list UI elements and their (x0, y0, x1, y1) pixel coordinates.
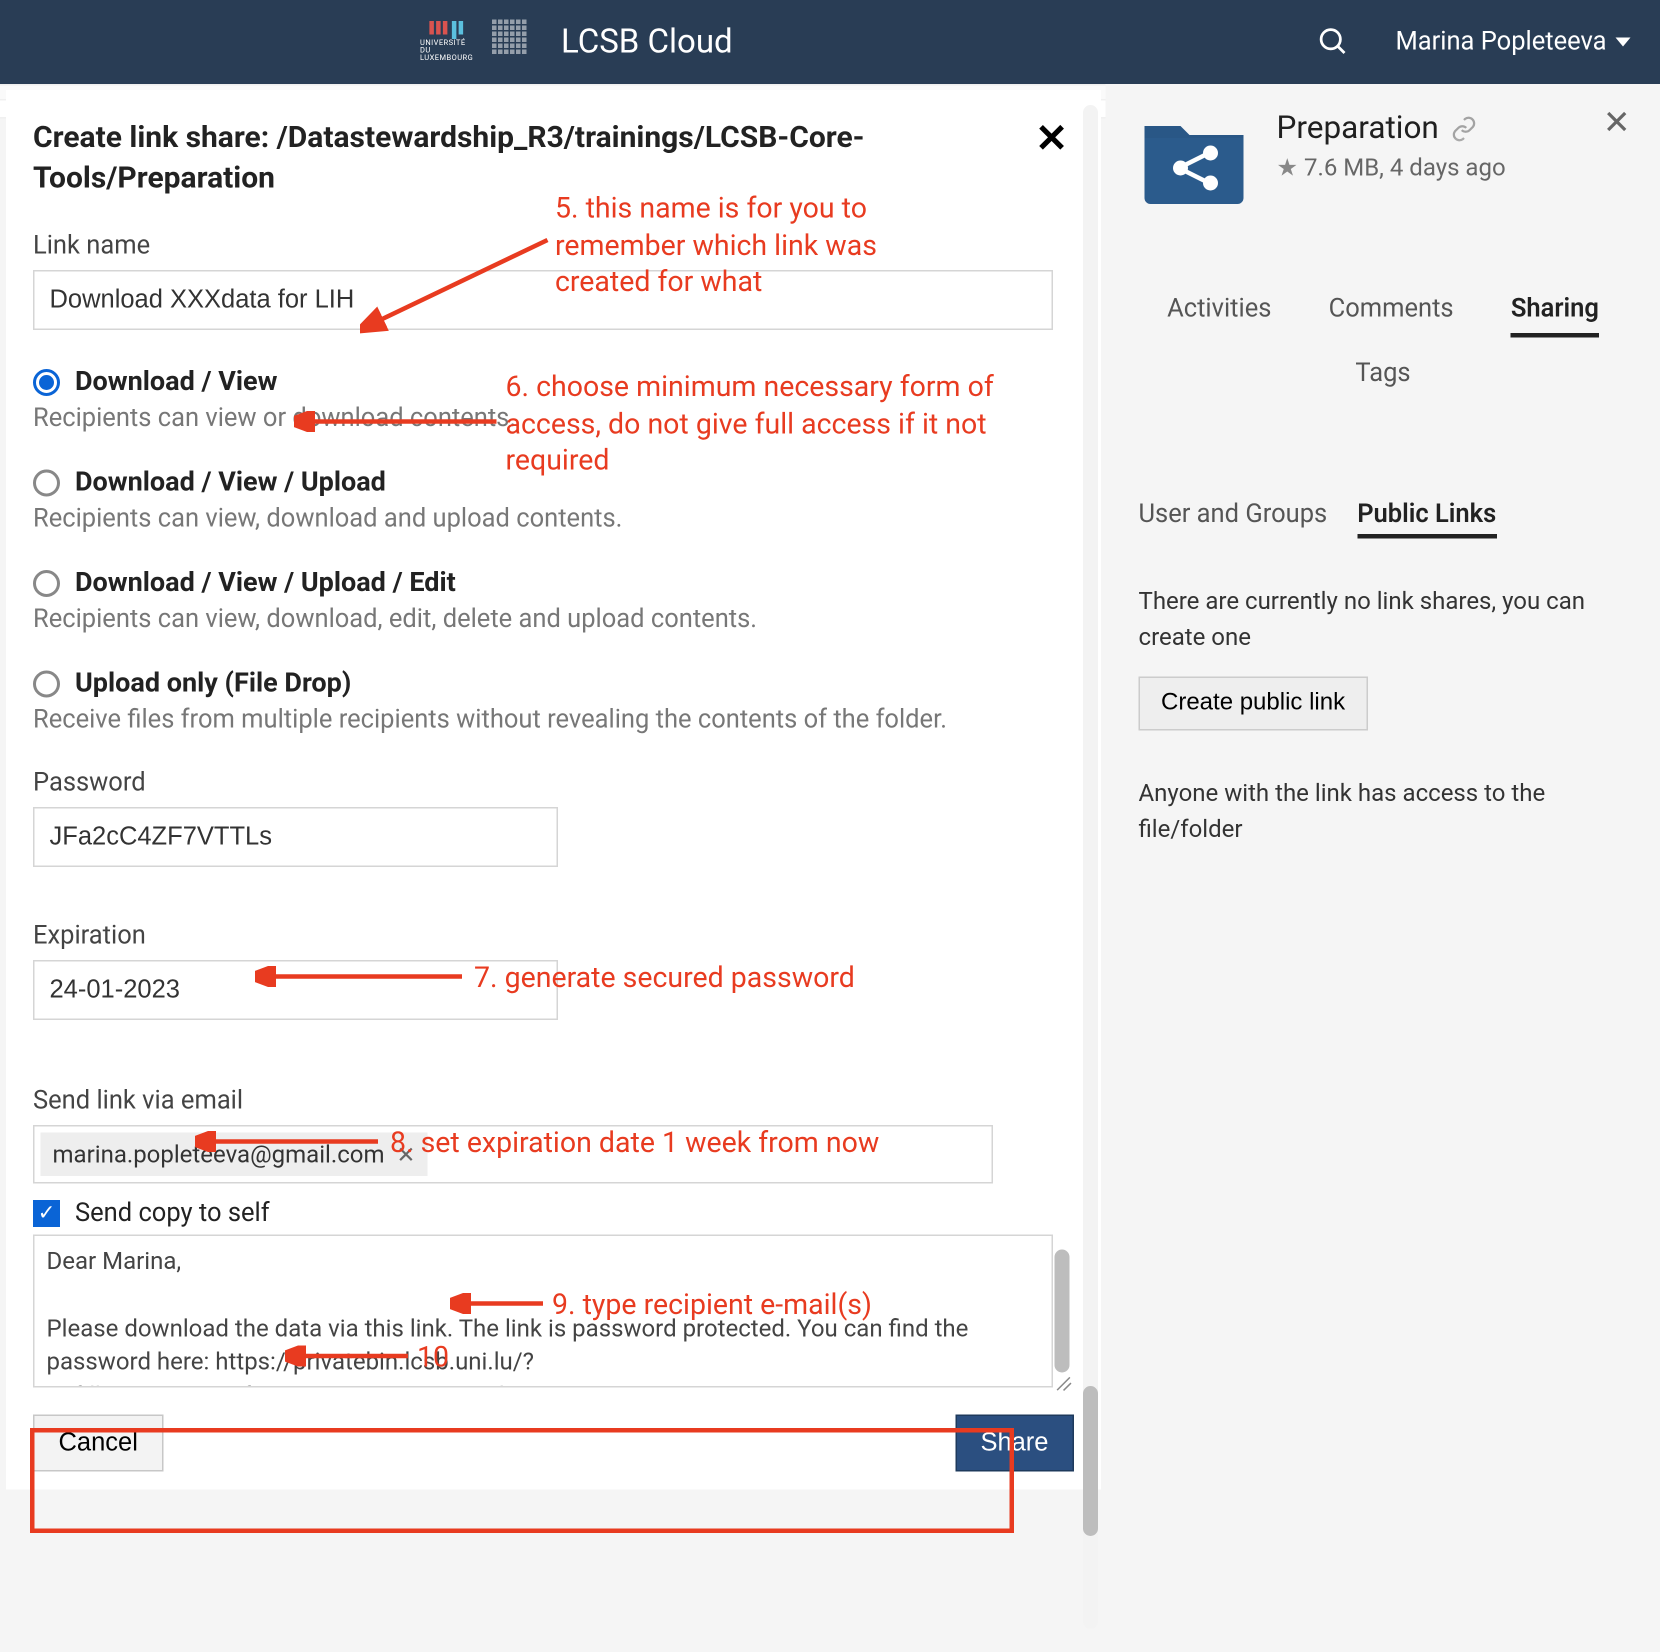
modal-title: Create link share: /Datastewardship_R3/t… (33, 117, 873, 198)
radio-label: Download / View (75, 366, 277, 398)
brand-title: LCSB Cloud (561, 23, 733, 61)
radio-download-view-upload[interactable]: Download / View / Upload (33, 467, 1074, 499)
link-name-label: Link name (33, 231, 1074, 261)
email-chip: marina.popleteeva@gmail.com ✕ (41, 1133, 428, 1177)
create-public-link-button[interactable]: Create public link (1139, 677, 1368, 731)
university-logo: UNIVERSITÉ DULUXEMBOURG (420, 21, 477, 63)
tab-activities[interactable]: Activities (1167, 285, 1271, 338)
star-icon[interactable]: ★ (1277, 153, 1299, 182)
send-copy-self-checkbox[interactable]: ✓ (33, 1200, 60, 1227)
radio-desc: Recipients can view, download, edit, del… (33, 605, 1074, 635)
radio-desc: Recipients can view, download and upload… (33, 504, 1074, 534)
details-size: 7.6 MB, 4 days ago (1304, 153, 1506, 182)
create-link-share-modal: ✕ Create link share: /Datastewardship_R3… (6, 90, 1101, 1490)
textarea-scrollbar[interactable] (1055, 1250, 1070, 1373)
lcsb-logo (492, 20, 537, 65)
tab-tags[interactable]: Tags (1139, 359, 1628, 389)
subtab-public-links[interactable]: Public Links (1357, 500, 1496, 539)
expiration-label: Expiration (33, 921, 1074, 951)
user-name: Marina Popleteeva (1395, 27, 1606, 57)
email-recipients-input[interactable]: marina.popleteeva@gmail.com ✕ (33, 1125, 993, 1184)
user-menu[interactable]: Marina Popleteeva (1395, 27, 1630, 57)
tab-sharing[interactable]: Sharing (1511, 285, 1599, 338)
file-list-background (0, 84, 1106, 86)
expiration-input[interactable] (33, 960, 558, 1020)
link-name-input[interactable] (33, 270, 1053, 330)
radio-icon (33, 469, 60, 496)
details-panel: ✕ Preparation ★ (1106, 84, 1660, 138)
send-email-label: Send link via email (33, 1086, 1074, 1116)
tab-comments[interactable]: Comments (1329, 285, 1454, 338)
remove-chip-icon[interactable]: ✕ (396, 1141, 415, 1168)
radio-desc: Receive files from multiple recipients w… (33, 705, 1074, 735)
close-icon[interactable]: ✕ (1035, 117, 1068, 162)
radio-upload-only[interactable]: Upload only (File Drop) (33, 668, 1074, 700)
anyone-note: Anyone with the link has access to the f… (1139, 776, 1628, 848)
search-icon[interactable] (1317, 26, 1350, 59)
radio-download-view[interactable]: Download / View (33, 366, 1074, 398)
email-chip-text: marina.popleteeva@gmail.com (53, 1140, 385, 1169)
chevron-down-icon (1616, 38, 1631, 47)
folder-share-icon (1139, 111, 1250, 204)
send-copy-self-label: Send copy to self (75, 1199, 270, 1229)
share-button[interactable]: Share (955, 1415, 1074, 1472)
logo-block: UNIVERSITÉ DULUXEMBOURG LCSB Cloud (420, 20, 733, 65)
details-title: Preparation (1277, 111, 1439, 147)
radio-icon (33, 670, 60, 697)
password-label: Password (33, 768, 1074, 798)
radio-label: Upload only (File Drop) (75, 668, 351, 700)
modal-scrollbar-thumb[interactable] (1083, 1386, 1098, 1536)
radio-label: Download / View / Upload (75, 467, 386, 499)
cancel-button[interactable]: Cancel (33, 1415, 163, 1472)
resize-handle-icon[interactable] (1050, 1370, 1071, 1391)
email-message-textarea[interactable] (33, 1235, 1053, 1388)
close-icon[interactable]: ✕ (1603, 105, 1631, 143)
link-icon (1451, 116, 1478, 143)
radio-download-view-upload-edit[interactable]: Download / View / Upload / Edit (33, 567, 1074, 599)
app-header: UNIVERSITÉ DULUXEMBOURG LCSB Cloud Marin… (0, 0, 1660, 84)
subtab-users-groups[interactable]: User and Groups (1139, 500, 1328, 539)
radio-icon (33, 368, 60, 395)
no-links-text: There are currently no link shares, you … (1139, 584, 1628, 656)
radio-label: Download / View / Upload / Edit (75, 567, 456, 599)
password-input[interactable] (33, 807, 558, 867)
radio-desc: Recipients can view or download contents… (33, 404, 1074, 434)
radio-icon (33, 569, 60, 596)
